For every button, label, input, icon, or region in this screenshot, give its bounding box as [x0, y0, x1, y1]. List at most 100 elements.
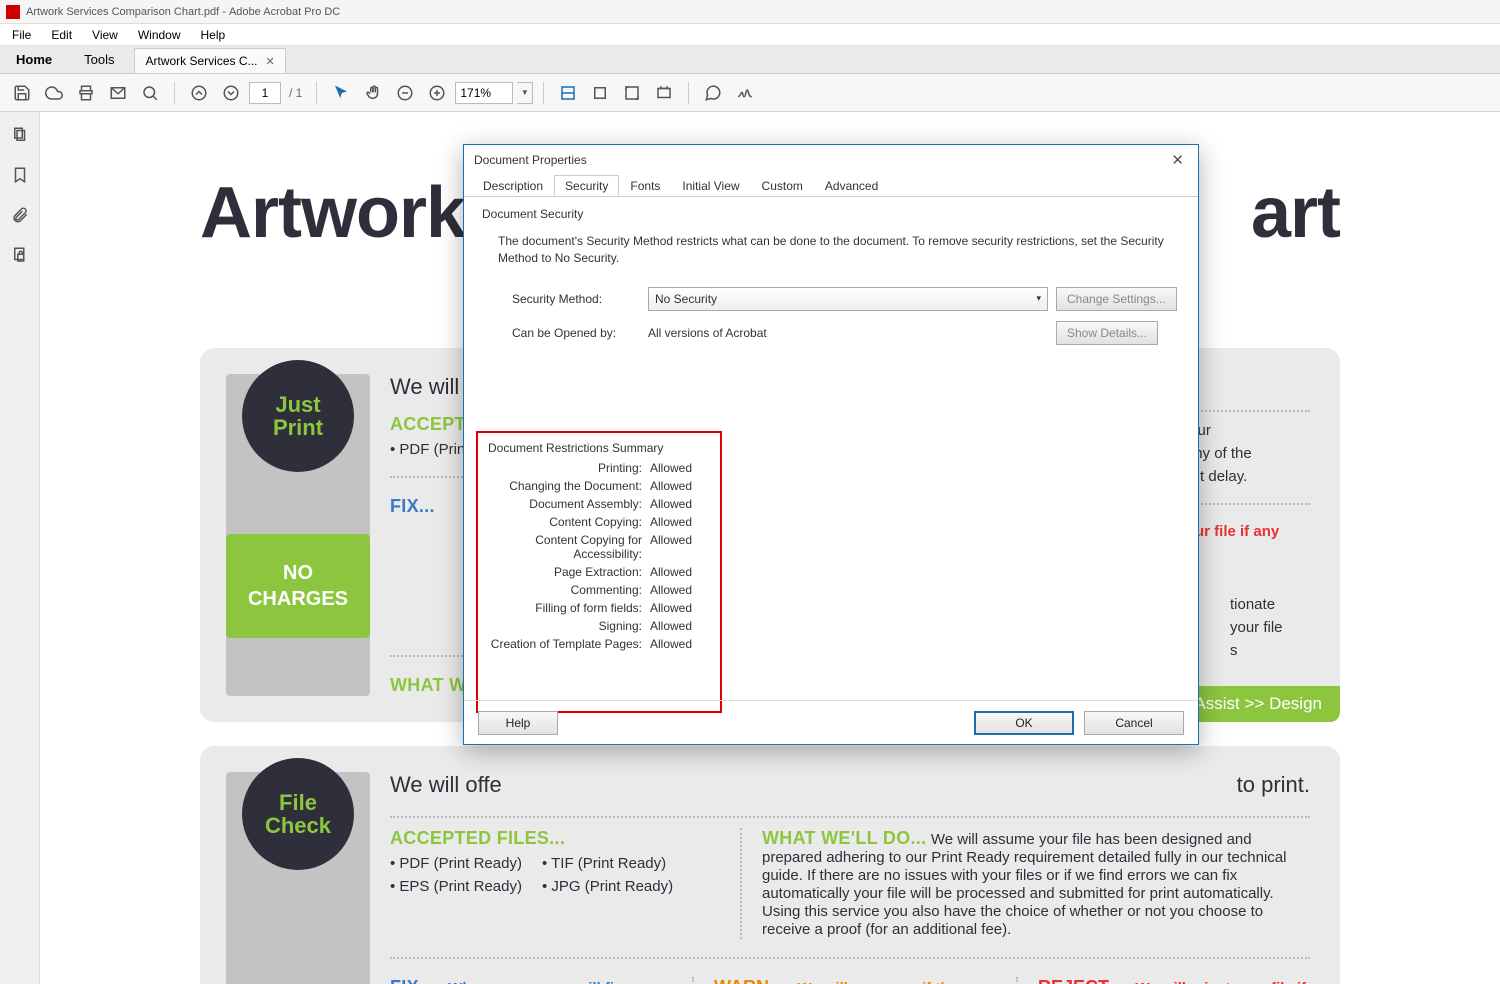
restriction-value: Allowed — [650, 461, 692, 475]
security-method-select[interactable]: No Security ▾ — [648, 287, 1048, 311]
tabbar: Home Tools Artwork Services C... ✕ — [0, 46, 1500, 74]
email-icon[interactable] — [104, 79, 132, 107]
tab-fonts[interactable]: Fonts — [619, 175, 671, 196]
page-down-icon[interactable] — [217, 79, 245, 107]
restrictions-title: Document Restrictions Summary — [488, 441, 710, 455]
dialog-titlebar[interactable]: Document Properties ✕ — [464, 145, 1198, 175]
fix2-heading: FIX... — [390, 977, 435, 984]
toolbar: / 1 ▼ — [0, 74, 1500, 112]
wwd-heading: WHAT WE'LL DO... — [762, 828, 926, 848]
restriction-value: Allowed — [650, 565, 692, 579]
toolbar-sep2 — [316, 82, 317, 104]
restrictions-summary: Document Restrictions Summary Printing:A… — [476, 431, 722, 713]
bookmark-icon[interactable] — [9, 164, 31, 186]
hand-icon[interactable] — [359, 79, 387, 107]
dialog-tabs: Description Security Fonts Initial View … — [464, 175, 1198, 197]
security-panel-icon[interactable] — [9, 244, 31, 266]
menu-file[interactable]: File — [2, 25, 41, 45]
dialog-title: Document Properties — [474, 153, 587, 167]
restriction-row: Filling of form fields:Allowed — [488, 601, 710, 615]
sign-icon[interactable] — [731, 79, 759, 107]
restriction-row: Content Copying:Allowed — [488, 515, 710, 529]
opened-by-label: Can be Opened by: — [512, 326, 640, 340]
document-properties-dialog: Document Properties ✕ Description Securi… — [463, 144, 1199, 745]
acrobat-icon — [6, 5, 20, 19]
restriction-key: Filling of form fields: — [488, 601, 650, 615]
opened-by-value: All versions of Acrobat — [648, 326, 1048, 340]
restriction-key: Page Extraction: — [488, 565, 650, 579]
search-icon[interactable] — [136, 79, 164, 107]
tab-advanced[interactable]: Advanced — [814, 175, 889, 196]
restriction-row: Content Copying for Accessibility:Allowe… — [488, 533, 710, 561]
tab-custom[interactable]: Custom — [751, 175, 814, 196]
restriction-value: Allowed — [650, 583, 692, 597]
menu-help[interactable]: Help — [191, 25, 236, 45]
menu-window[interactable]: Window — [128, 25, 191, 45]
file-check-badge: File Check — [242, 758, 354, 870]
comment-icon[interactable] — [699, 79, 727, 107]
warn-heading: WARN... — [714, 977, 784, 984]
title-filename: Artwork Services Comparison Chart.pdf — [26, 6, 219, 18]
fit-width-icon[interactable] — [554, 79, 582, 107]
save-icon[interactable] — [8, 79, 36, 107]
tab-home[interactable]: Home — [0, 46, 68, 73]
section2-title-r: to print. — [1237, 772, 1310, 798]
ok-button[interactable]: OK — [974, 711, 1074, 735]
restriction-key: Document Assembly: — [488, 497, 650, 511]
reject-heading: REJECT... — [1038, 977, 1122, 984]
restriction-row: Creation of Template Pages:Allowed — [488, 637, 710, 651]
menu-view[interactable]: View — [82, 25, 128, 45]
close-tab-icon[interactable]: ✕ — [266, 55, 275, 68]
pointer-icon[interactable] — [327, 79, 355, 107]
just-print-badge: Just Print — [242, 360, 354, 472]
page-total-label: / 1 — [289, 86, 302, 100]
zoom-in-icon[interactable] — [423, 79, 451, 107]
change-settings-button[interactable]: Change Settings... — [1056, 287, 1177, 311]
toolbar-sep4 — [688, 82, 689, 104]
restriction-value: Allowed — [650, 515, 692, 529]
restriction-row: Commenting:Allowed — [488, 583, 710, 597]
zoom-out-icon[interactable] — [391, 79, 419, 107]
section-file-check: File Check We will offe to print. ACCEPT… — [200, 746, 1340, 984]
fit-page-icon[interactable] — [586, 79, 614, 107]
security-method-label: Security Method: — [512, 292, 640, 306]
restriction-value: Allowed — [650, 619, 692, 633]
print-icon[interactable] — [72, 79, 100, 107]
restriction-key: Creation of Template Pages: — [488, 637, 650, 651]
restriction-row: Document Assembly:Allowed — [488, 497, 710, 511]
tab-initial-view[interactable]: Initial View — [671, 175, 750, 196]
security-description: The document's Security Method restricts… — [482, 227, 1180, 281]
accepted2-heading: ACCEPTED FILES... — [390, 828, 710, 849]
dialog-body: Document Security The document's Securit… — [464, 197, 1198, 701]
tab-security[interactable]: Security — [554, 175, 619, 196]
cancel-button[interactable]: Cancel — [1084, 711, 1184, 735]
no-charges-badge: NO CHARGES — [226, 534, 370, 638]
tab-description[interactable]: Description — [472, 175, 554, 196]
tab-document[interactable]: Artwork Services C... ✕ — [134, 48, 285, 73]
restriction-value: Allowed — [650, 533, 692, 561]
zoom-input[interactable] — [455, 82, 513, 104]
window-titlebar: Artwork Services Comparison Chart.pdf - … — [0, 0, 1500, 24]
title-sep: - — [219, 6, 229, 18]
tab-tools[interactable]: Tools — [68, 46, 130, 73]
menu-edit[interactable]: Edit — [41, 25, 82, 45]
left-rail — [0, 112, 40, 984]
restriction-row: Changing the Document:Allowed — [488, 479, 710, 493]
restriction-value: Allowed — [650, 637, 692, 651]
page-up-icon[interactable] — [185, 79, 213, 107]
zoom-dropdown-icon[interactable]: ▼ — [517, 82, 533, 104]
show-details-button[interactable]: Show Details... — [1056, 321, 1158, 345]
chevron-down-icon: ▾ — [1036, 293, 1041, 304]
fullscreen-icon[interactable] — [618, 79, 646, 107]
tab-document-label: Artwork Services C... — [145, 54, 257, 68]
restriction-key: Commenting: — [488, 583, 650, 597]
help-button[interactable]: Help — [478, 711, 558, 735]
attachment-icon[interactable] — [9, 204, 31, 226]
page-number-input[interactable] — [249, 82, 281, 104]
thumbnails-icon[interactable] — [9, 124, 31, 146]
read-mode-icon[interactable] — [650, 79, 678, 107]
cloud-icon[interactable] — [40, 79, 68, 107]
group-title: Document Security — [482, 207, 1180, 221]
dialog-close-icon[interactable]: ✕ — [1167, 151, 1188, 169]
section2-leftcol: File Check — [226, 772, 370, 984]
